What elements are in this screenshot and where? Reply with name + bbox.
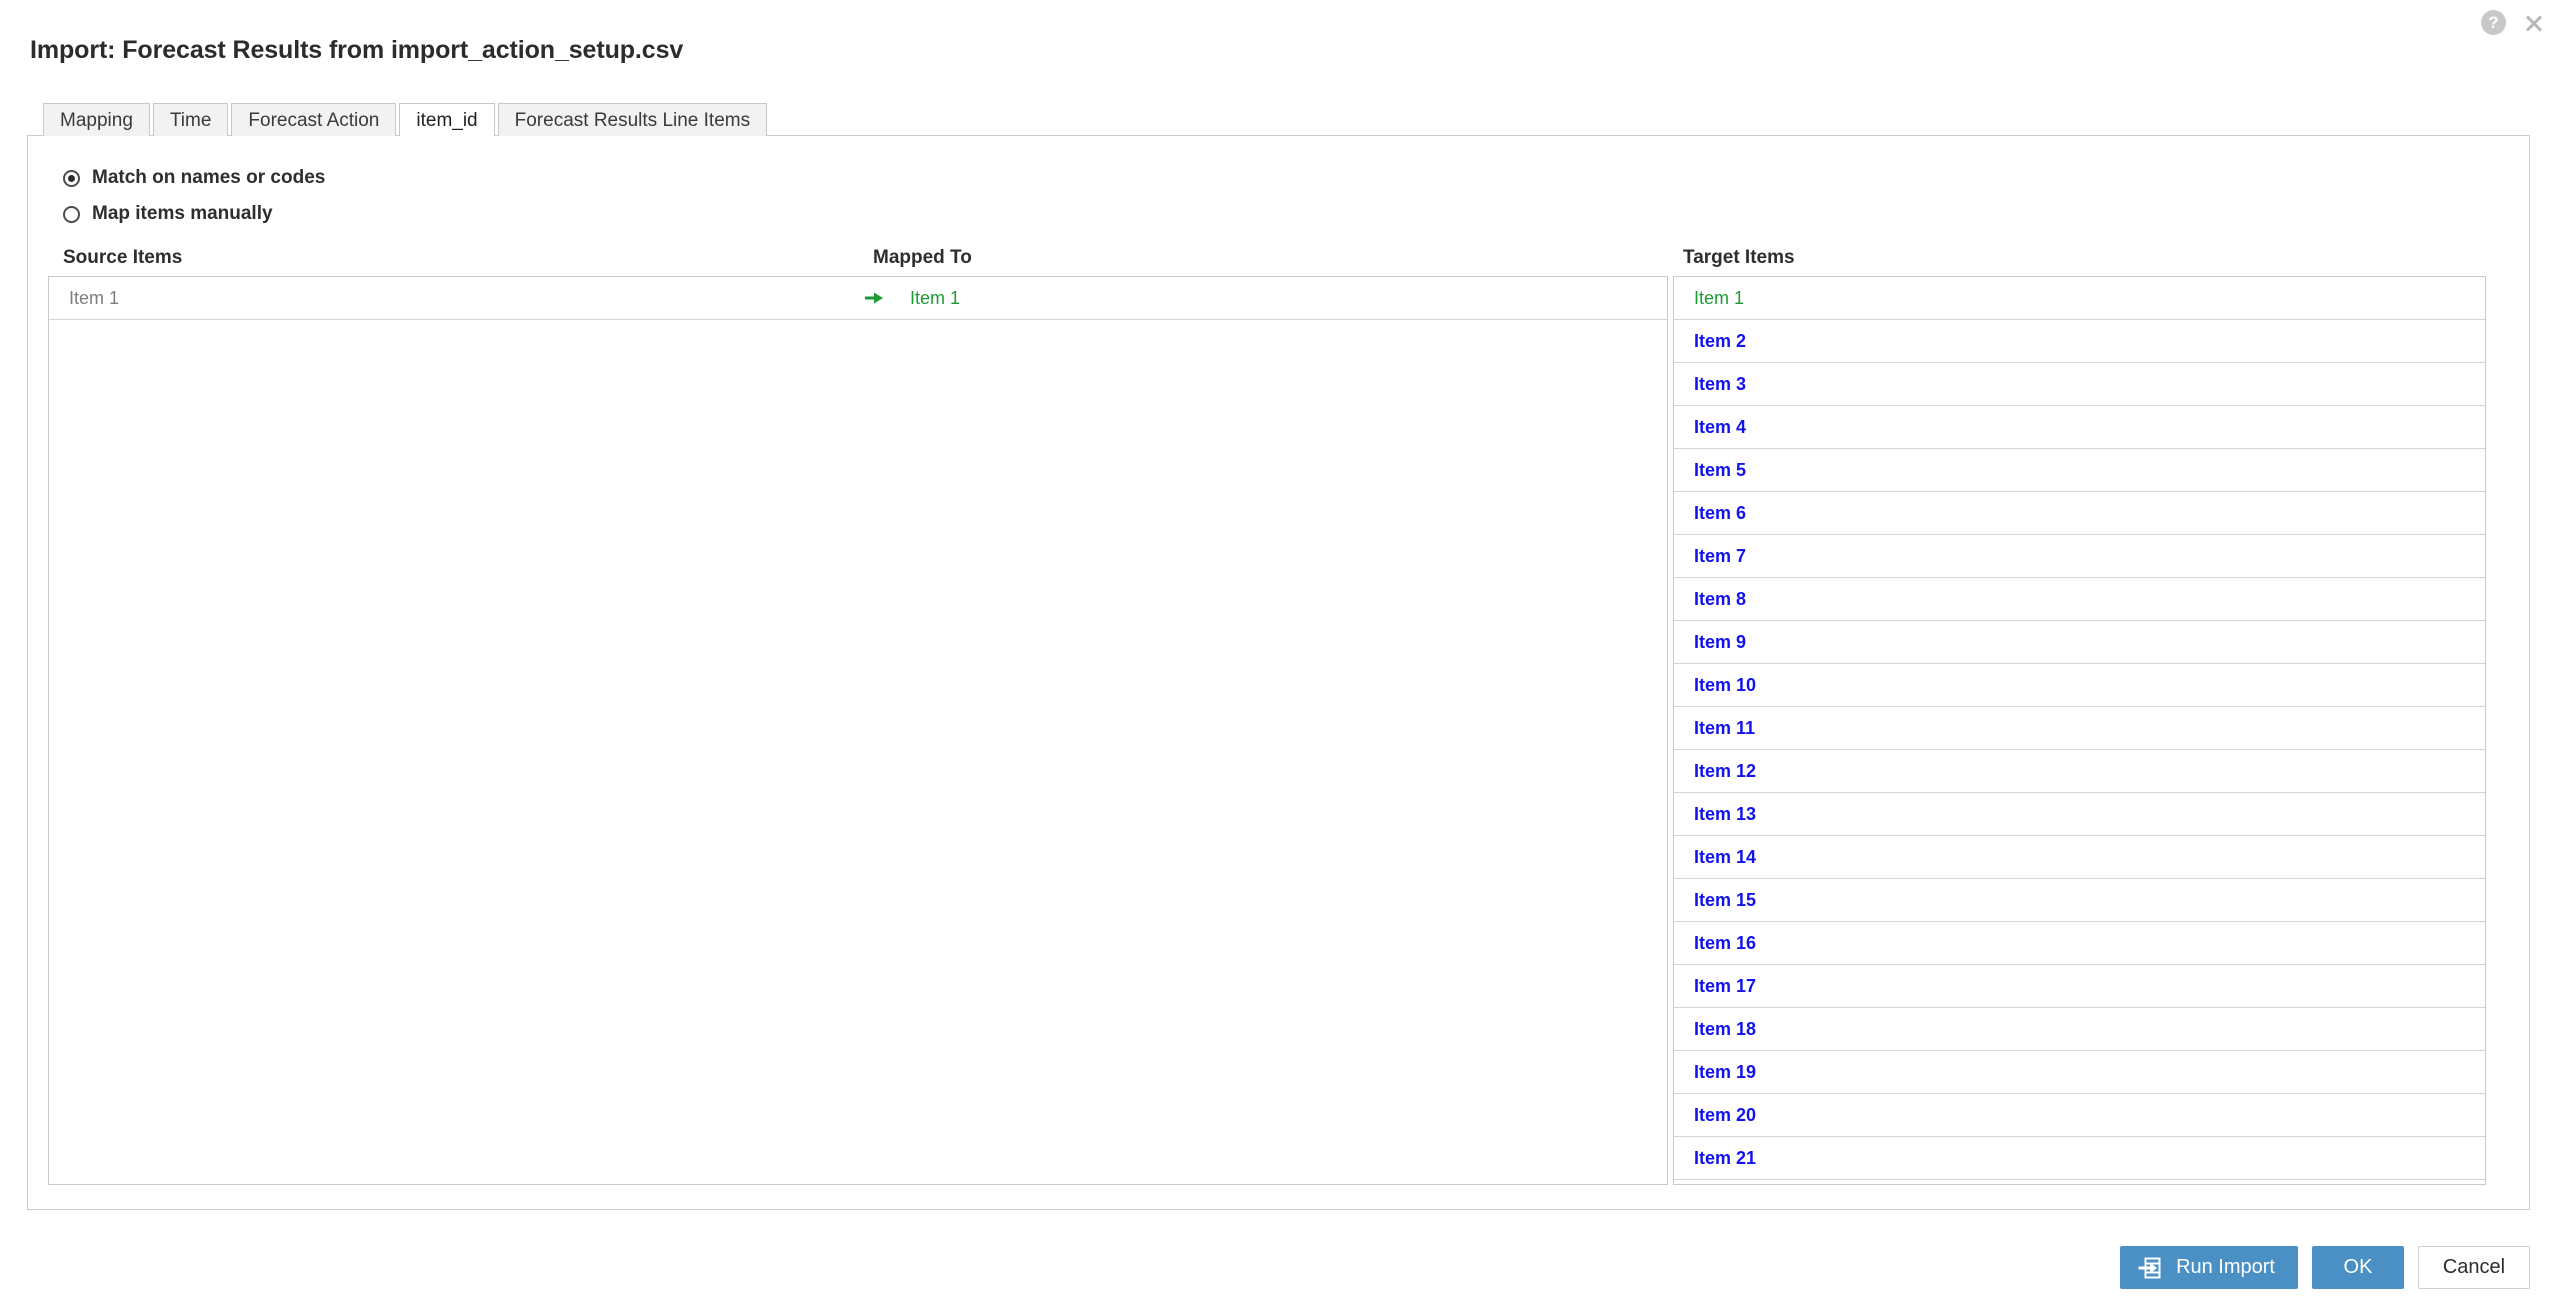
target-item-row[interactable]: Item 14	[1674, 836, 2485, 879]
window-controls: ?	[2481, 10, 2546, 35]
column-header-mapped-to: Mapped To	[873, 247, 972, 268]
tab-bar: Mapping Time Forecast Action item_id Forecas…	[43, 103, 770, 137]
column-header-target-items: Target Items	[1683, 247, 1795, 268]
target-item-row[interactable]: Item 20	[1674, 1094, 2485, 1137]
target-item-row[interactable]: Item 10	[1674, 664, 2485, 707]
footer-buttons: Run Import OK Cancel	[2120, 1246, 2530, 1289]
radio-mark-icon	[63, 205, 80, 223]
source-items-panel: Item 1 Item 1	[48, 276, 1668, 1185]
tab-time[interactable]: Time	[152, 103, 229, 136]
tab-item-id[interactable]: item_id	[399, 103, 495, 137]
radio-match-on-names-or-codes[interactable]: Match on names or codes	[63, 167, 325, 189]
tab-forecast-action[interactable]: Forecast Action	[231, 103, 397, 136]
arrow-right-icon	[865, 292, 883, 304]
page-title: Import: Forecast Results from import_act…	[30, 36, 684, 64]
radio-match-label: Match on names or codes	[92, 167, 326, 188]
target-item-row[interactable]: Item 18	[1674, 1008, 2485, 1051]
target-item-row[interactable]: Item 19	[1674, 1051, 2485, 1094]
target-item-row[interactable]: Item 7	[1674, 535, 2485, 578]
target-item-row[interactable]: Item 17	[1674, 965, 2485, 1008]
mapping-arrow-cell	[854, 288, 894, 308]
target-item-row[interactable]: Item 4	[1674, 406, 2485, 449]
target-item-row[interactable]: Item 15	[1674, 879, 2485, 922]
target-item-row[interactable]: Item 1	[1674, 277, 2485, 320]
cancel-button[interactable]: Cancel	[2418, 1246, 2530, 1289]
import-into-box-icon	[2138, 1257, 2161, 1278]
target-item-row[interactable]: Item 8	[1674, 578, 2485, 621]
radio-map-items-manually[interactable]: Map items manually	[63, 203, 273, 225]
tab-content-panel: Match on names or codes Map items manual…	[27, 135, 2530, 1210]
target-items-panel: Item 1 Item 2 Item 3 Item 4 Item 5 Item 6 Item…	[1673, 276, 2486, 1185]
target-item-row[interactable]: Item 21	[1674, 1137, 2485, 1180]
tab-mapping[interactable]: Mapping	[43, 103, 150, 136]
run-import-label: Run Import	[2176, 1256, 2275, 1278]
radio-mark-icon	[63, 169, 80, 187]
target-item-row[interactable]: Item 3	[1674, 363, 2485, 406]
target-item-row[interactable]: Item 6	[1674, 492, 2485, 535]
footer-bar: Run Import OK Cancel	[0, 1232, 2558, 1316]
column-header-source-items: Source Items	[63, 247, 183, 268]
target-item-row[interactable]: Item 5	[1674, 449, 2485, 492]
mapping-row[interactable]: Item 1 Item 1	[49, 277, 1667, 320]
target-item-row[interactable]: Item 11	[1674, 707, 2485, 750]
target-item-row[interactable]: Item 2	[1674, 320, 2485, 363]
tab-forecast-results-line-items[interactable]: Forecast Results Line Items	[497, 103, 768, 136]
target-item-row[interactable]: Item 16	[1674, 922, 2485, 965]
source-item-label: Item 1	[69, 287, 120, 308]
mapped-to-label: Item 1	[910, 287, 961, 308]
help-circle-icon[interactable]: ?	[2481, 10, 2506, 35]
target-item-row[interactable]: Item 13	[1674, 793, 2485, 836]
close-icon[interactable]	[2522, 11, 2546, 35]
run-import-button[interactable]: Run Import	[2120, 1246, 2298, 1289]
ok-button[interactable]: OK	[2312, 1246, 2404, 1289]
radio-manual-label: Map items manually	[92, 203, 273, 224]
target-item-row[interactable]: Item 9	[1674, 621, 2485, 664]
target-item-row[interactable]: Item 12	[1674, 750, 2485, 793]
